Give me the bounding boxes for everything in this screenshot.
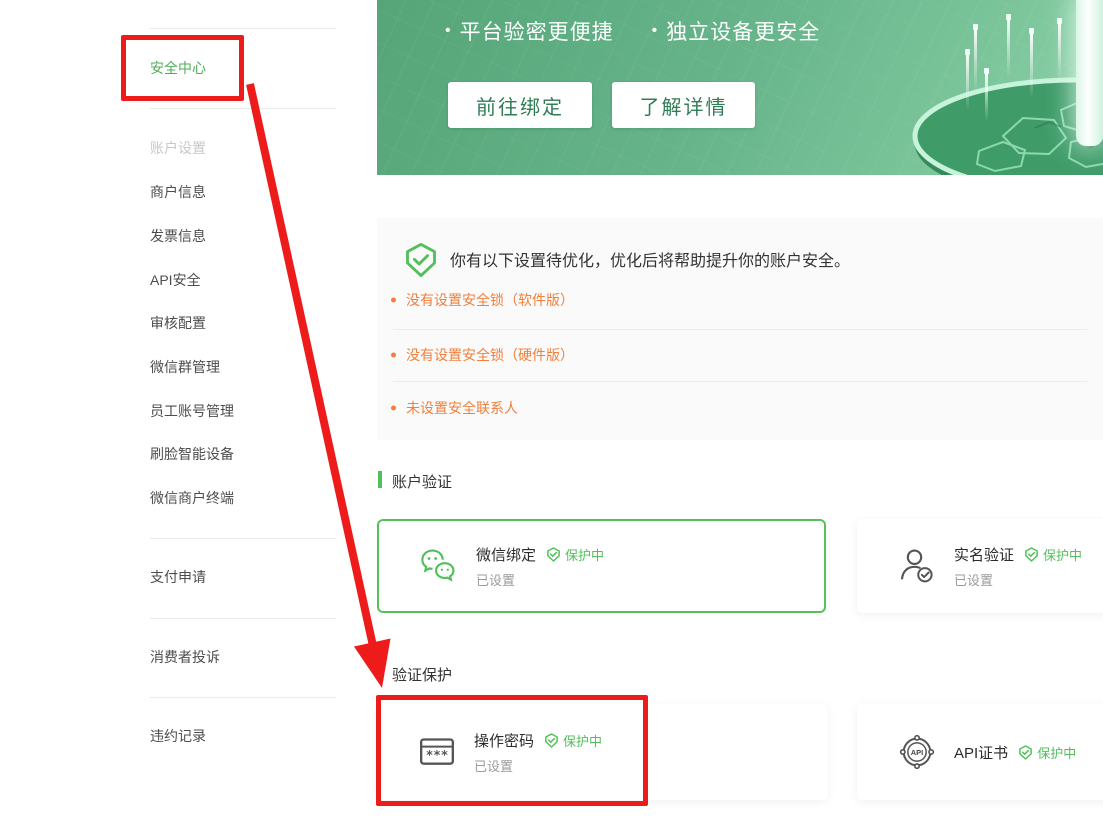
svg-text:***: *** xyxy=(426,747,449,762)
sidebar-item-merchant-info[interactable]: 商户信息 xyxy=(150,182,206,202)
person-verified-icon xyxy=(897,546,937,586)
status-badge: 保护中 xyxy=(546,545,604,564)
status-badge: 保护中 xyxy=(1018,743,1076,762)
sidebar-item-violation-records[interactable]: 违约记录 xyxy=(150,726,206,746)
section-bar xyxy=(378,471,382,488)
section-bar xyxy=(378,664,382,681)
status-label: 保护中 xyxy=(1043,545,1082,564)
light-beam xyxy=(1058,24,1061,80)
promo-banner: • 平台验密更便捷 • 独立设备更安全 前往绑定 了解详情 xyxy=(377,0,1103,175)
svg-text:API: API xyxy=(911,748,924,757)
shield-check-icon xyxy=(1018,745,1033,760)
light-beam xyxy=(985,74,988,122)
sidebar-item-invoice-info[interactable]: 发票信息 xyxy=(150,226,206,246)
bullet-icon: • xyxy=(445,22,452,40)
learn-more-button[interactable]: 了解详情 xyxy=(612,82,755,128)
sidebar-item-face-devices[interactable]: 刷脸智能设备 xyxy=(150,444,234,464)
bullet-icon: • xyxy=(652,22,659,40)
notice-message: 你有以下设置待优化，优化后将帮助提升你的账户安全。 xyxy=(450,247,850,271)
status-label: 保护中 xyxy=(565,545,604,564)
card-title: 实名验证 xyxy=(954,544,1014,565)
banner-feature: • 平台验密更便捷 xyxy=(445,16,614,46)
light-pillar-illustration xyxy=(1076,0,1103,146)
status-label: 保护中 xyxy=(563,731,602,750)
banner-features: • 平台验密更便捷 • 独立设备更安全 xyxy=(445,16,820,46)
sidebar-item-security-center[interactable]: 安全中心 xyxy=(150,58,206,78)
status-label: 保护中 xyxy=(1037,743,1076,762)
notice-divider xyxy=(393,329,1087,330)
notice-item-contact[interactable]: 未设置安全联系人 xyxy=(406,398,518,418)
card-operation-password[interactable]: *** 操作密码 保护中 已设置 xyxy=(377,704,828,800)
light-beam xyxy=(1030,34,1033,98)
shield-check-icon xyxy=(1024,547,1039,562)
status-badge: 保护中 xyxy=(544,731,602,750)
light-beam xyxy=(974,30,977,92)
card-api-certificate[interactable]: API API证书 保护中 xyxy=(857,704,1103,800)
go-bind-button[interactable]: 前往绑定 xyxy=(448,82,592,128)
notice-divider xyxy=(393,381,1087,382)
card-text: 实名验证 保护中 已设置 xyxy=(954,544,1082,589)
notice-item-hardlock[interactable]: 没有设置安全锁（硬件版） xyxy=(406,345,574,365)
card-wechat-binding[interactable]: 微信绑定 保护中 已设置 xyxy=(377,519,826,613)
card-subtitle: 已设置 xyxy=(474,756,602,775)
password-icon: *** xyxy=(417,732,457,772)
card-title: 微信绑定 xyxy=(476,544,536,565)
sidebar-item-account-settings[interactable]: 账户设置 xyxy=(150,138,206,158)
banner-feature-text: 独立设备更安全 xyxy=(666,16,820,46)
section-title-account-verification: 账户验证 xyxy=(392,471,452,492)
card-text: API证书 保护中 xyxy=(954,742,1076,763)
api-cert-icon: API xyxy=(897,732,937,772)
sidebar-item-review-config[interactable]: 审核配置 xyxy=(150,313,206,333)
card-subtitle: 已设置 xyxy=(476,570,604,589)
sidebar-divider xyxy=(150,28,336,29)
light-beam xyxy=(1007,20,1010,78)
status-badge: 保护中 xyxy=(1024,545,1082,564)
hexagon-platform-illustration xyxy=(853,38,1103,175)
shield-check-icon xyxy=(544,733,559,748)
sidebar-divider xyxy=(150,108,336,109)
sidebar-item-staff-accounts[interactable]: 员工账号管理 xyxy=(150,401,234,421)
security-notice-box: 你有以下设置待优化，优化后将帮助提升你的账户安全。 没有设置安全锁（软件版） 没… xyxy=(377,218,1103,440)
sidebar-item-consumer-complaints[interactable]: 消费者投诉 xyxy=(150,647,220,667)
light-beam xyxy=(966,55,969,110)
banner-feature: • 独立设备更安全 xyxy=(652,16,821,46)
sidebar-item-payment-apply[interactable]: 支付申请 xyxy=(150,567,206,587)
bullet-icon xyxy=(391,353,396,358)
sidebar-item-wechat-group[interactable]: 微信群管理 xyxy=(150,357,220,377)
card-subtitle: 已设置 xyxy=(954,570,1082,589)
section-title-verification-protection: 验证保护 xyxy=(392,664,452,685)
shield-check-icon xyxy=(546,547,561,562)
sidebar-divider xyxy=(150,618,336,619)
card-realname-verification[interactable]: 实名验证 保护中 已设置 xyxy=(857,519,1103,613)
card-text: 操作密码 保护中 已设置 xyxy=(474,730,602,775)
sidebar-item-merchant-terminal[interactable]: 微信商户终端 xyxy=(150,488,234,508)
card-title: 操作密码 xyxy=(474,730,534,751)
bullet-icon xyxy=(391,298,396,303)
sidebar-divider xyxy=(150,697,336,698)
sidebar-item-api-security[interactable]: API安全 xyxy=(150,270,201,290)
banner-feature-text: 平台验密更便捷 xyxy=(460,16,614,46)
wechat-icon xyxy=(419,546,459,586)
card-text: 微信绑定 保护中 已设置 xyxy=(476,544,604,589)
shield-check-icon xyxy=(403,242,439,278)
card-title: API证书 xyxy=(954,742,1008,763)
sidebar: 安全中心 账户设置 商户信息 发票信息 API安全 审核配置 微信群管理 员工账… xyxy=(0,0,336,827)
bullet-icon xyxy=(391,406,396,411)
sidebar-divider xyxy=(150,538,336,539)
notice-item-softlock[interactable]: 没有设置安全锁（软件版） xyxy=(406,290,574,310)
